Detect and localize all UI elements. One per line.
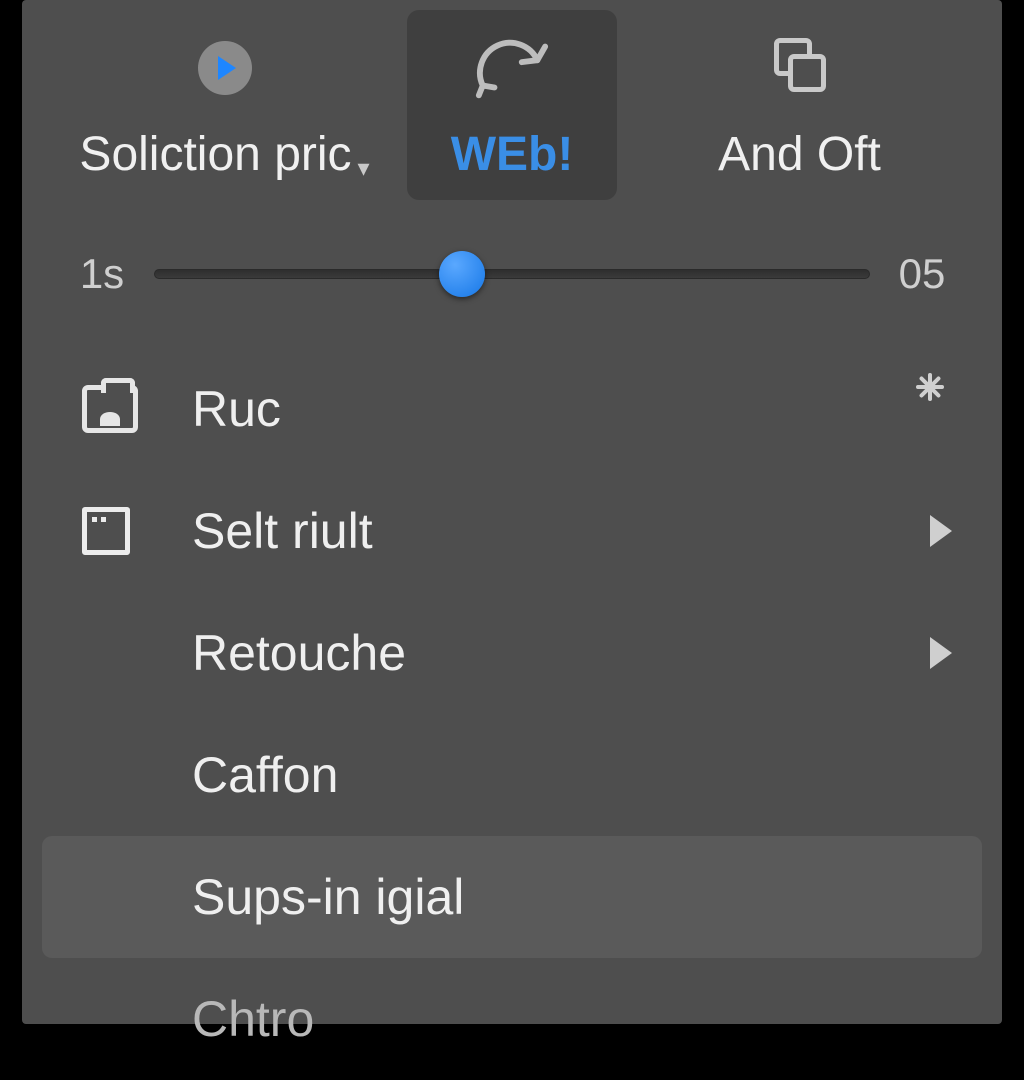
tab-bar: Soliction pric ▾ WEb!	[22, 10, 1002, 200]
window-icon	[82, 507, 130, 555]
tab-soliction-label: Soliction pric	[79, 127, 351, 182]
chevron-right-icon	[930, 515, 952, 547]
options-list: Ruc Selt riult	[22, 328, 1002, 1080]
slider-max-label: 05	[892, 250, 952, 298]
row-chtro[interactable]: Chtro	[42, 958, 982, 1080]
row-ruc[interactable]: Ruc	[42, 348, 982, 470]
duration-slider[interactable]	[154, 269, 870, 279]
tab-web-label: WEb!	[451, 127, 574, 182]
copy-icon	[770, 38, 830, 98]
slider-min-label: 1s	[72, 250, 132, 298]
camera-icon	[82, 385, 138, 433]
row-sups-label: Sups-in igial	[192, 868, 892, 926]
row-chtro-label: Chtro	[192, 990, 892, 1048]
row-retouche-label: Retouche	[192, 624, 892, 682]
row-selt-riult-label: Selt riult	[192, 502, 892, 560]
play-icon	[198, 41, 252, 95]
dropdown-caret-icon[interactable]: ▾	[358, 154, 370, 183]
tab-soliction[interactable]: Soliction pric ▾	[42, 10, 407, 200]
loading-icon	[908, 387, 952, 431]
row-ruc-label: Ruc	[192, 380, 892, 438]
row-selt-riult[interactable]: Selt riult	[42, 470, 982, 592]
tab-andoft-label: And Oft	[718, 127, 881, 182]
row-caffon[interactable]: Caffon	[42, 714, 982, 836]
row-sups-in-igial[interactable]: Sups-in igial	[42, 836, 982, 958]
tab-andoft[interactable]: And Oft	[617, 10, 982, 200]
row-retouche[interactable]: Retouche	[42, 592, 982, 714]
chevron-right-icon	[930, 637, 952, 669]
settings-panel: Soliction pric ▾ WEb!	[22, 0, 1002, 1024]
slider-thumb[interactable]	[439, 251, 485, 297]
row-caffon-label: Caffon	[192, 746, 892, 804]
duration-slider-row: 1s 05	[22, 200, 1002, 328]
tab-web[interactable]: WEb!	[407, 10, 617, 200]
arc-icon	[473, 36, 551, 100]
